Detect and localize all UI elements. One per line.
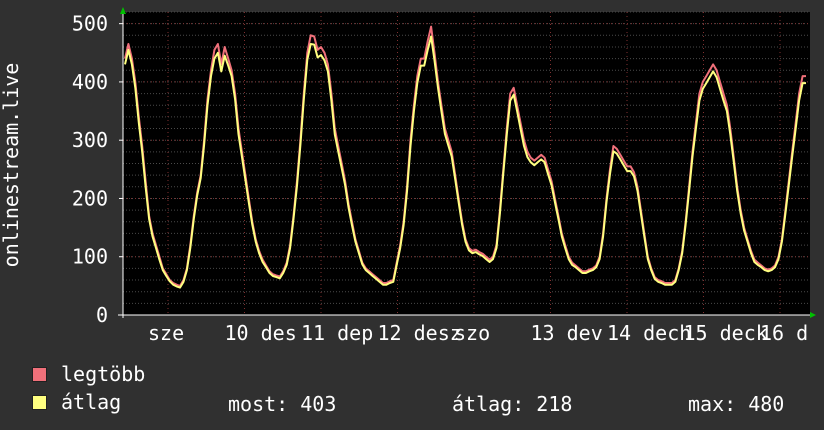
- stat-max-label: max:: [688, 392, 737, 416]
- legend-swatch-avg: [32, 394, 47, 410]
- stat-average-label: átlag:: [452, 392, 525, 416]
- legend-item-avg: átlag: [32, 390, 122, 414]
- y-axis-arrow-icon: [120, 7, 126, 14]
- x-tick-label: 16 d: [760, 321, 808, 345]
- stat-now: most: 403: [228, 392, 336, 416]
- legend-label-avg: átlag: [61, 390, 122, 414]
- y-tick-label: 200: [72, 186, 108, 210]
- x-tick-label: 13 dev: [531, 321, 603, 345]
- legend-swatch-max: [32, 366, 47, 382]
- y-tick-labels: 0 100 200 300 400 500: [72, 12, 108, 327]
- stat-average-value: 218: [536, 392, 573, 416]
- chart-panel: 0 100 200 300 400 500 sze 10 des 11 dep 12 desz s…: [0, 0, 824, 430]
- stat-max: max: 480: [688, 392, 784, 416]
- y-tick-label: 0: [96, 303, 108, 327]
- x-tick-label: 15 deck: [684, 321, 768, 345]
- y-tick-label: 300: [72, 128, 108, 152]
- legend-item-max: legtöbb: [32, 362, 146, 386]
- y-axis-label: onlinestream.live: [0, 63, 23, 268]
- y-tick-label: 100: [72, 245, 108, 269]
- x-tick-label: 11 dep: [301, 321, 373, 345]
- x-axis-arrow-icon: [810, 312, 816, 318]
- x-tick-label: 12 desz: [378, 321, 462, 345]
- y-tick-label: 400: [72, 70, 108, 94]
- stat-max-value: 480: [748, 392, 785, 416]
- x-tick-label: sze: [148, 321, 184, 345]
- stat-now-label: most:: [228, 392, 289, 416]
- y-tick-label: 500: [72, 12, 108, 36]
- stat-average: átlag: 218: [452, 392, 572, 416]
- stat-now-value: 403: [300, 392, 337, 416]
- legend-label-max: legtöbb: [61, 362, 146, 386]
- x-tick-label: szo: [454, 321, 490, 345]
- x-tick-labels: sze 10 des 11 dep 12 deszszo 13 dev 14 dech15…: [148, 321, 808, 345]
- x-tick-label: 14 dech: [607, 321, 691, 345]
- x-tick-label: 10 des: [225, 321, 297, 345]
